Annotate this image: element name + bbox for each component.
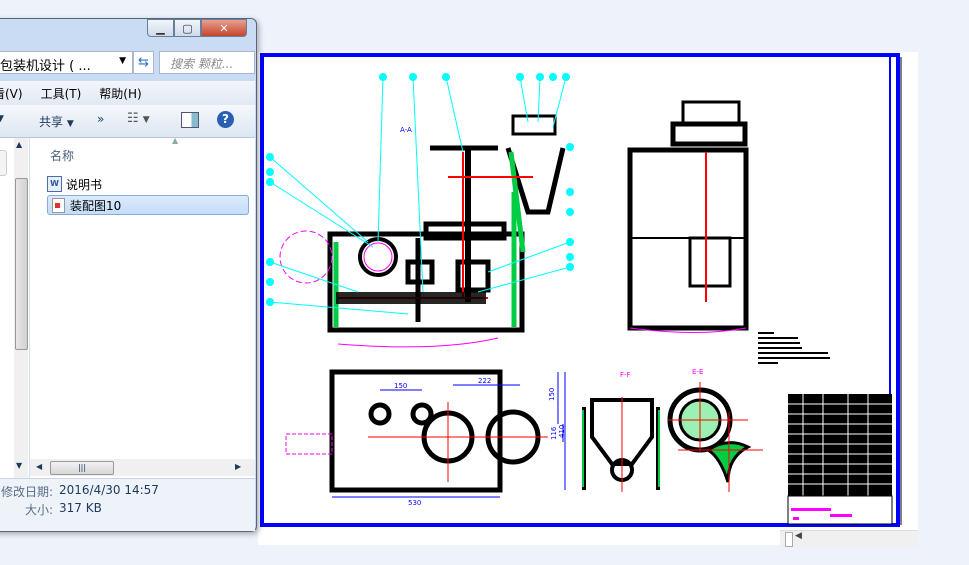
side-view (627, 100, 749, 331)
refresh-icon: ⇆ (138, 55, 149, 70)
menu-tools[interactable]: 工具(T) (41, 85, 82, 102)
assembly-drawing: A-A 150 222 530 150 116 410 F-F E-E (260, 53, 902, 527)
maximize-icon: ▢ (182, 21, 193, 35)
search-input[interactable]: 搜索 颗粒... (159, 51, 255, 74)
dim-410: 410 (558, 425, 566, 438)
modified-label: 修改日期: (1, 485, 54, 499)
parts-list (788, 394, 892, 496)
minimize-button[interactable]: ▁ (147, 19, 174, 37)
section-label-aa: A-A (400, 126, 412, 134)
list-view-icon: ☷ (127, 111, 139, 126)
address-text: 包装机设计 ( ... (0, 59, 91, 74)
minimize-icon: ▁ (156, 21, 165, 35)
section-label-ff: F-F (620, 371, 631, 379)
file-name: 说明书 (66, 177, 103, 192)
size-value: 317 KB (59, 501, 102, 515)
chevron-down-icon: ▼ (142, 115, 150, 125)
search-placeholder: 搜索 颗粒... (170, 57, 234, 71)
chevron-down-icon[interactable]: ▼ (119, 56, 126, 66)
menu-bar: 看(V) 工具(T) 帮助(H) (0, 81, 255, 106)
dim-222: 222 (478, 377, 491, 385)
drawing-canvas[interactable]: A-A 150 222 530 150 116 410 F-F E-E (258, 52, 918, 545)
navigation-pane[interactable] (0, 138, 13, 478)
menu-view[interactable]: 看(V) (0, 85, 23, 102)
scroll-left-arrow-icon[interactable]: ◀ (36, 462, 42, 471)
scroll-thumb[interactable] (785, 532, 793, 547)
toolbar: ▼ 共享 ▼ » ☷ ▼ ? (0, 105, 255, 138)
image-file-icon (52, 197, 65, 213)
scroll-thumb[interactable] (15, 178, 28, 350)
share-label: 共享 (39, 115, 64, 129)
help-icon[interactable]: ? (217, 111, 234, 128)
dim-530: 530 (408, 499, 421, 507)
section-ff-view (582, 398, 660, 490)
chevron-down-icon: ▼ (66, 119, 74, 129)
maximize-button[interactable]: ▢ (174, 19, 201, 37)
scroll-up-arrow-icon[interactable]: ▲ (16, 140, 22, 149)
column-header-name[interactable]: 名称 (50, 147, 74, 164)
view-options-button[interactable]: ☷ ▼ (127, 111, 150, 126)
scroll-left-arrow-icon[interactable]: ◀ (795, 531, 802, 541)
file-name: 装配图10 (70, 198, 122, 213)
chevron-down-icon[interactable]: ▼ (0, 114, 4, 124)
explorer-window: ▁ ▢ ✕ 包装机设计 ( ... ▼ ⇆ 搜索 颗粒... 看(V) 工具(T)… (0, 18, 257, 532)
scroll-thumb[interactable]: ||| (50, 461, 114, 475)
file-item[interactable]: W 说明书 (47, 174, 247, 194)
drawing-horizontal-scrollbar[interactable]: ◀ (780, 530, 918, 547)
details-pane: 修改日期: 2016/4/30 14:57 大小: 317 KB (0, 478, 255, 531)
close-icon: ✕ (219, 21, 229, 35)
modified-value: 2016/4/30 14:57 (59, 483, 159, 497)
menu-help[interactable]: 帮助(H) (99, 85, 141, 102)
address-bar[interactable]: 包装机设计 ( ... ▼ (0, 51, 133, 74)
word-doc-icon: W (47, 176, 62, 192)
scroll-right-arrow-icon[interactable]: ▶ (235, 462, 241, 471)
share-button[interactable]: 共享 ▼ (39, 113, 74, 130)
preview-pane-button[interactable] (181, 112, 199, 128)
dim-150: 150 (394, 382, 407, 390)
sort-arrow-icon: ▲ (172, 136, 179, 145)
nav-vertical-scrollbar[interactable]: ▲ ▼ (14, 138, 28, 478)
refresh-button[interactable]: ⇆ (133, 51, 154, 74)
content-area: ▲ ▼ ▲ 名称 W 说明书 装配图10 ◀ ||| ▶ (0, 136, 255, 478)
dim-116: 116 (550, 426, 558, 440)
close-button[interactable]: ✕ (201, 19, 247, 37)
file-item-selected[interactable]: 装配图10 (47, 195, 249, 215)
dim-150-vertical: 150 (548, 388, 556, 401)
file-list-horizontal-scrollbar[interactable]: ◀ ||| ▶ (30, 459, 255, 476)
scroll-down-arrow-icon[interactable]: ▼ (16, 461, 22, 470)
section-label-ee: E-E (692, 368, 703, 376)
size-label: 大小: (25, 503, 54, 517)
plan-view (329, 369, 541, 493)
more-button[interactable]: » (97, 112, 104, 126)
